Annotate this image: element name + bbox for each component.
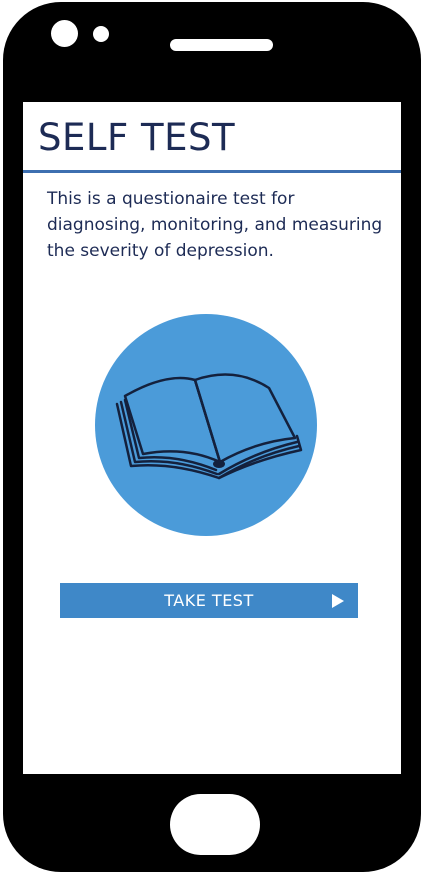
page-title: SELF TEST (38, 116, 236, 159)
book-illustration (95, 314, 317, 536)
play-arrow-icon (332, 594, 344, 608)
earpiece-speaker (170, 39, 273, 51)
phone-screen: SELF TEST This is a questionaire test fo… (23, 102, 401, 774)
take-test-label: TAKE TEST (164, 591, 254, 610)
home-button[interactable] (170, 794, 260, 855)
description-text: This is a questionaire test for diagnosi… (47, 189, 383, 261)
front-camera (51, 20, 78, 47)
proximity-sensor (93, 26, 109, 42)
take-test-button[interactable]: TAKE TEST (60, 583, 358, 618)
title-divider (23, 170, 401, 173)
open-book-icon (115, 373, 303, 480)
phone-frame: SELF TEST This is a questionaire test fo… (3, 2, 421, 872)
